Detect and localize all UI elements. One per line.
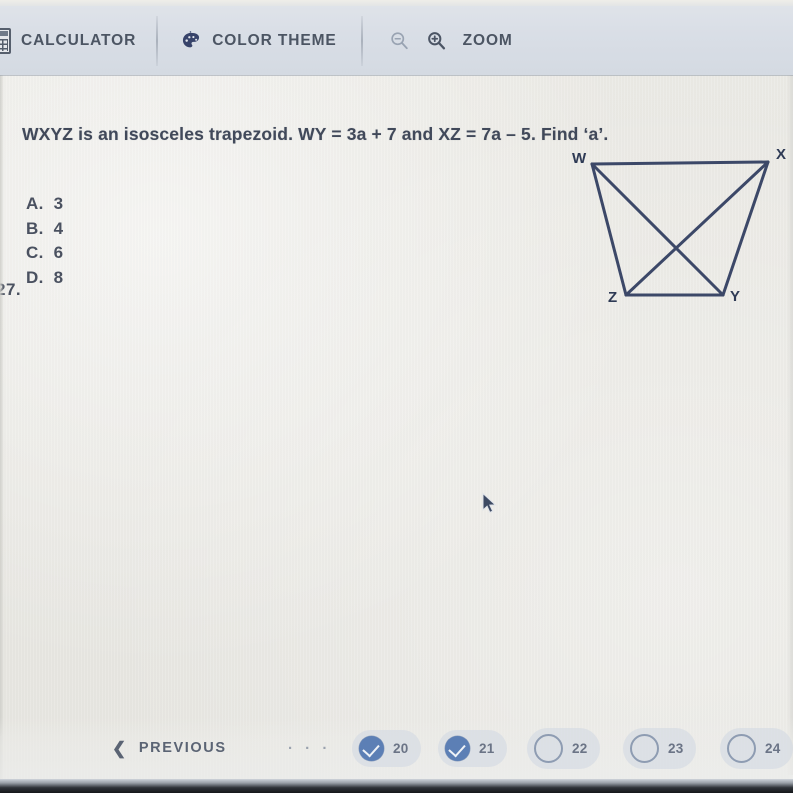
trapezoid-figure: W X Z Y [560, 140, 793, 320]
zoom-controls: ZOOM [389, 30, 513, 51]
unanswered-circle-icon [727, 733, 756, 763]
overflow-dots[interactable]: · · · [288, 740, 331, 757]
color-theme-label: COLOR THEME [212, 31, 337, 49]
answered-check-icon [445, 735, 470, 761]
vertex-label-w: W [572, 150, 587, 167]
chevron-left-icon: ❮ [112, 738, 128, 758]
palette-icon [180, 30, 202, 52]
answer-choice-list: A. 3 B. 4 C. 6 D. 8 [26, 192, 63, 290]
toolbar-divider-1 [156, 15, 159, 66]
question-nav-22[interactable]: 22 [527, 727, 600, 769]
question-nav-23[interactable]: 23 [623, 727, 696, 769]
question-nav-label: 22 [572, 740, 588, 756]
question-number: 27. [0, 280, 22, 299]
previous-button[interactable]: ❮ PREVIOUS [112, 740, 227, 757]
magnifier-plus-icon[interactable] [426, 30, 447, 51]
unanswered-circle-icon [534, 733, 563, 763]
question-nav-24[interactable]: 24 [720, 727, 793, 769]
question-nav-label: 20 [393, 740, 409, 756]
calculator-button[interactable]: CALCULATOR [0, 27, 137, 54]
question-nav-label: 24 [765, 740, 781, 756]
toolbar-divider-2 [360, 15, 363, 66]
answer-choice-b[interactable]: B. 4 [26, 217, 63, 242]
vertex-label-x: X [776, 146, 787, 163]
vertex-label-y: Y [730, 288, 741, 305]
mouse-pointer-icon [481, 492, 501, 516]
answer-choice-a[interactable]: A. 3 [26, 192, 63, 217]
zoom-label: ZOOM [462, 31, 513, 49]
question-nav-21[interactable]: 21 [438, 729, 507, 767]
question-nav-20[interactable]: 20 [352, 729, 421, 767]
bottom-screen-bezel [0, 779, 793, 793]
calculator-label: CALCULATOR [21, 31, 137, 49]
calculator-icon [0, 27, 11, 54]
top-toolbar: CALCULATOR COLOR THEME ZOOM [0, 0, 793, 75]
color-theme-button[interactable]: COLOR THEME [180, 30, 336, 52]
magnifier-minus-icon[interactable] [389, 30, 410, 51]
bottom-navigation: ❮ PREVIOUS · · · 20 21 22 23 24 [0, 717, 793, 779]
question-prompt: WXYZ is an isosceles trapezoid. WY = 3a … [22, 124, 609, 144]
question-nav-label: 21 [479, 740, 495, 756]
unanswered-circle-icon [630, 733, 659, 763]
answered-check-icon [359, 735, 384, 761]
question-nav-label: 23 [668, 740, 684, 756]
answer-choice-d[interactable]: D. 8 [26, 266, 63, 291]
exam-page-background [0, 0, 793, 793]
answer-choice-c[interactable]: C. 6 [26, 241, 63, 266]
previous-label: PREVIOUS [138, 740, 227, 756]
vertex-label-z: Z [608, 289, 618, 306]
